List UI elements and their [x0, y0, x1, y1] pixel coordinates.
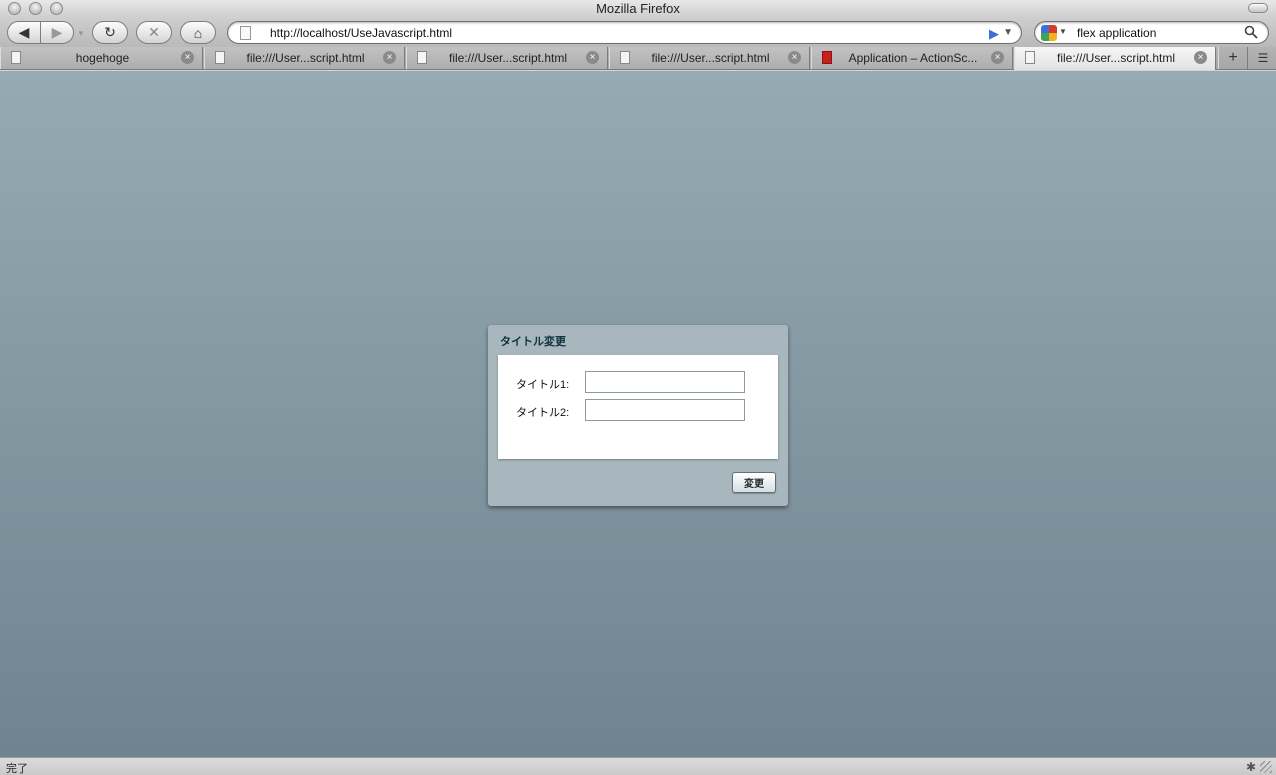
google-engine-icon[interactable]: [1041, 25, 1057, 41]
engine-dropdown-icon[interactable]: ▼: [1059, 27, 1067, 36]
url-input[interactable]: http://localhost/UseJavascript.html: [270, 26, 452, 40]
resize-grip-icon[interactable]: [1260, 761, 1272, 773]
tab-close-icon[interactable]: ×: [1194, 51, 1207, 64]
search-icon[interactable]: [1244, 25, 1258, 39]
page-icon: [1025, 51, 1035, 64]
tab-label: file:///User...script.html: [651, 51, 770, 65]
window-titlebar: Mozilla Firefox: [0, 0, 1276, 17]
title2-row: タイトル2:: [498, 399, 778, 421]
stop-icon: ✕: [148, 24, 160, 40]
title-change-panel: タイトル変更 タイトル1: タイトル2: 変更: [488, 325, 788, 506]
list-all-tabs-button[interactable]: ☰: [1250, 47, 1276, 69]
tab-close-icon[interactable]: ×: [181, 51, 194, 64]
title2-label: タイトル2:: [516, 407, 570, 419]
toolbar-toggle-icon[interactable]: [1248, 3, 1268, 13]
minimize-window-icon[interactable]: [29, 2, 42, 15]
tab-label: file:///User...script.html: [448, 51, 568, 65]
tab-file-3[interactable]: file:///User...script.html ×: [406, 47, 608, 69]
tab-close-icon[interactable]: ×: [383, 51, 396, 64]
home-icon: ⌂: [193, 24, 203, 41]
reload-icon: ↻: [104, 24, 116, 40]
search-bar[interactable]: ▼ flex application: [1034, 21, 1269, 44]
new-tab-button[interactable]: +: [1218, 47, 1248, 69]
tab-strip: hogehoge × file:///User...script.html × …: [0, 47, 1276, 70]
title2-input[interactable]: [585, 399, 745, 421]
window-title: Mozilla Firefox: [596, 1, 680, 16]
home-button[interactable]: ⌂: [180, 21, 216, 44]
change-button[interactable]: 変更: [732, 472, 776, 493]
tab-label: hogehoge: [75, 51, 130, 65]
panel-title: タイトル変更: [500, 336, 566, 348]
navigation-toolbar: ◀ ▶ ▼ ↻ ✕ ⌂ http://localhost/UseJavascri…: [0, 17, 1276, 47]
tab-file-active[interactable]: file:///User...script.html ×: [1014, 47, 1216, 70]
history-dropdown-icon[interactable]: ▼: [77, 29, 85, 38]
tab-hogehoge[interactable]: hogehoge ×: [0, 47, 203, 69]
status-bar: 完了 ✱: [0, 757, 1276, 775]
forward-button[interactable]: ▶: [40, 21, 74, 44]
search-input[interactable]: flex application: [1077, 26, 1156, 40]
status-text: 完了: [6, 763, 28, 775]
tab-application-actionscript[interactable]: Application – ActionSc... ×: [811, 47, 1013, 69]
tab-file-2[interactable]: file:///User...script.html ×: [204, 47, 405, 69]
tab-file-4[interactable]: file:///User...script.html ×: [609, 47, 810, 69]
panel-form: タイトル1: タイトル2:: [498, 355, 778, 459]
reload-button[interactable]: ↻: [92, 21, 128, 44]
go-arrow-icon[interactable]: ▶: [989, 26, 999, 42]
tab-label: Application – ActionSc...: [848, 51, 978, 65]
back-arrow-icon: ◀: [18, 24, 30, 40]
close-window-icon[interactable]: [8, 2, 21, 15]
back-button[interactable]: ◀: [7, 21, 41, 44]
title1-row: タイトル1:: [498, 371, 778, 393]
forward-arrow-icon: ▶: [51, 24, 63, 40]
adobe-icon: [822, 51, 832, 64]
firebug-icon[interactable]: ✱: [1246, 760, 1256, 774]
title1-input[interactable]: [585, 371, 745, 393]
tab-close-icon[interactable]: ×: [991, 51, 1004, 64]
page-icon: [11, 51, 21, 64]
page-icon: [417, 51, 427, 64]
page-icon: [240, 26, 251, 40]
tab-close-icon[interactable]: ×: [788, 51, 801, 64]
plus-icon: +: [1228, 49, 1238, 66]
tab-list-icon: ☰: [1257, 51, 1269, 65]
tab-label: file:///User...script.html: [246, 51, 365, 65]
page-content: タイトル変更 タイトル1: タイトル2: 変更: [0, 71, 1276, 757]
tab-close-icon[interactable]: ×: [586, 51, 599, 64]
zoom-window-icon[interactable]: [50, 2, 63, 15]
page-icon: [215, 51, 225, 64]
tab-label: file:///User...script.html: [1056, 51, 1176, 65]
stop-button[interactable]: ✕: [136, 21, 172, 44]
page-icon: [620, 51, 630, 64]
url-bar[interactable]: http://localhost/UseJavascript.html ▶ ▼: [227, 21, 1022, 44]
url-history-dropdown-icon[interactable]: ▼: [1003, 27, 1013, 38]
title1-label: タイトル1:: [516, 379, 570, 391]
